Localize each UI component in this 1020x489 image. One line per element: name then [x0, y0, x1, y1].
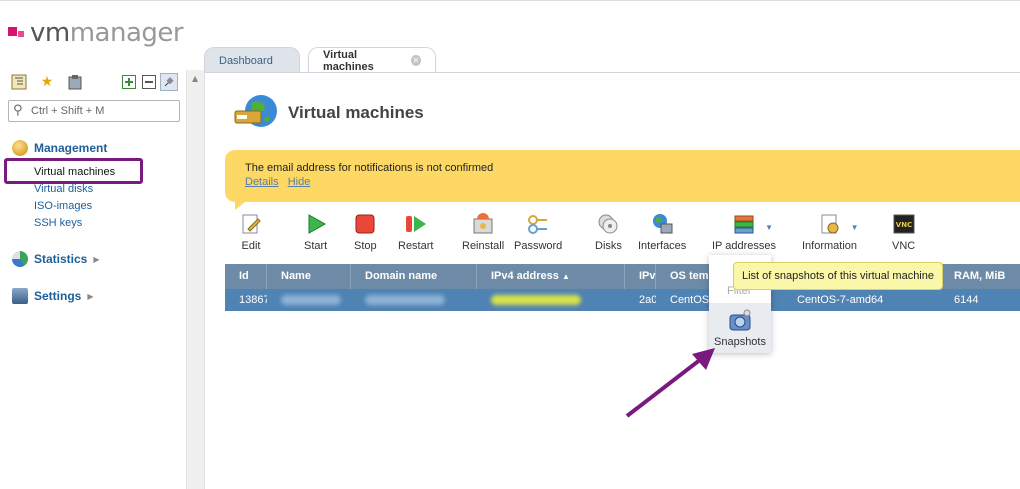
key-icon [527, 213, 549, 235]
banner-message: The email address for notifications is n… [245, 162, 494, 174]
pin-icon[interactable] [160, 73, 178, 91]
column-header-domain-name[interactable]: Domain name [351, 264, 477, 289]
tree-view-icon[interactable] [10, 73, 28, 91]
statistics-icon [12, 251, 28, 267]
cell-ipv6: 2a0 [639, 294, 656, 306]
camera-icon [729, 309, 751, 331]
virtual-machines-globe-icon [233, 91, 279, 137]
column-header-ipv4[interactable]: IPv4 address ▲ [477, 264, 625, 289]
cell-os-short: CentOS [670, 294, 710, 306]
cell-domain-redacted [351, 289, 477, 311]
network-globe-icon [651, 213, 673, 235]
svg-text:VNC: VNC [895, 221, 911, 229]
dropdown-arrow-icon: ▼ [850, 223, 859, 232]
reinstall-icon [472, 213, 494, 235]
start-button[interactable]: Start [304, 213, 327, 252]
play-icon [305, 213, 327, 235]
annotation-arrow [625, 348, 715, 418]
tab-virtual-machines[interactable]: Virtual machines ✕ [308, 47, 436, 73]
cell-id: 13867 [239, 294, 267, 306]
vnc-icon: VNC [893, 213, 915, 235]
chevron-right-icon: ▶ [93, 254, 100, 264]
section-statistics[interactable]: Statistics ▶ [12, 251, 100, 267]
password-button[interactable]: Password [514, 213, 562, 252]
sidebar-item-ssh-keys[interactable]: SSH keys [34, 217, 82, 229]
settings-icon [12, 288, 28, 304]
expand-all-icon[interactable] [120, 73, 138, 91]
notification-banner: The email address for notifications is n… [225, 150, 1020, 210]
restart-icon [405, 213, 427, 235]
column-header-id[interactable]: Id [225, 264, 267, 289]
collapse-all-icon[interactable] [140, 73, 158, 91]
information-button[interactable]: ▼ Information [802, 213, 859, 252]
search-input[interactable] [31, 103, 176, 119]
sidebar-search[interactable]: ⚲ [8, 100, 180, 122]
tab-dashboard[interactable]: Dashboard [204, 47, 300, 73]
sidebar-item-virtual-machines[interactable]: Virtual machines [34, 166, 115, 178]
logo-mark-icon [8, 25, 24, 41]
cell-name-redacted [267, 289, 351, 311]
sidebar-item-iso-images[interactable]: ISO-images [34, 200, 92, 212]
sidebar-item-virtual-disks[interactable]: Virtual disks [34, 183, 93, 195]
ip-addresses-button[interactable]: ▼ IP addresses [712, 213, 776, 252]
hide-link[interactable]: Hide [288, 176, 311, 188]
table-row[interactable]: 13867 2a0 CentOS CentOS-7-amd64 6144 [225, 289, 1020, 311]
section-management[interactable]: Management [12, 140, 107, 156]
star-icon[interactable]: ★ [38, 73, 56, 91]
collapse-arrow-icon: ▲ [192, 74, 199, 83]
section-settings[interactable]: Settings ▶ [12, 288, 94, 304]
column-header-ipv6[interactable]: IPv [625, 264, 656, 289]
details-link[interactable]: Details [245, 176, 279, 188]
disks-button[interactable]: Disks [595, 213, 622, 252]
vnc-button[interactable]: VNC VNC [892, 213, 915, 252]
edit-button[interactable]: Edit [240, 213, 262, 252]
stop-button[interactable]: Stop [354, 213, 377, 252]
disk-icon [597, 213, 619, 235]
reinstall-button[interactable]: Reinstall [462, 213, 504, 252]
cell-ram: 6144 [954, 294, 979, 306]
interfaces-button[interactable]: Interfaces [638, 213, 686, 252]
search-icon: ⚲ [13, 103, 23, 118]
sort-ascending-icon: ▲ [561, 272, 570, 281]
sidebar: ★ ⚲ Management Virtual machines Virtual … [0, 70, 187, 489]
management-icon [12, 140, 28, 156]
vmmanager-logo[interactable]: vmmanager [8, 18, 184, 48]
dropdown-arrow-icon: ▼ [765, 223, 773, 232]
column-header-ram[interactable]: RAM, MiB [940, 264, 1020, 289]
clipboard-icon[interactable] [66, 73, 84, 91]
close-tab-icon[interactable]: ✕ [410, 55, 421, 66]
information-gear-icon: ▼ [819, 213, 859, 235]
stop-icon [354, 213, 376, 235]
sidebar-collapse-bar[interactable]: ▲ [187, 70, 205, 489]
cell-ipv4-redacted [477, 289, 625, 311]
column-header-name[interactable]: Name [267, 264, 351, 289]
top-border [0, 0, 1020, 3]
page-title: Virtual machines [288, 103, 424, 122]
snapshots-tooltip: List of snapshots of this virtual machin… [733, 262, 943, 290]
restart-button[interactable]: Restart [398, 213, 433, 252]
ip-addresses-icon: ▼ [733, 213, 773, 235]
edit-icon [240, 213, 262, 235]
cell-os-template: CentOS-7-amd64 [797, 294, 884, 306]
sidebar-toolbar: ★ [10, 73, 180, 95]
chevron-right-icon: ▶ [87, 291, 94, 301]
